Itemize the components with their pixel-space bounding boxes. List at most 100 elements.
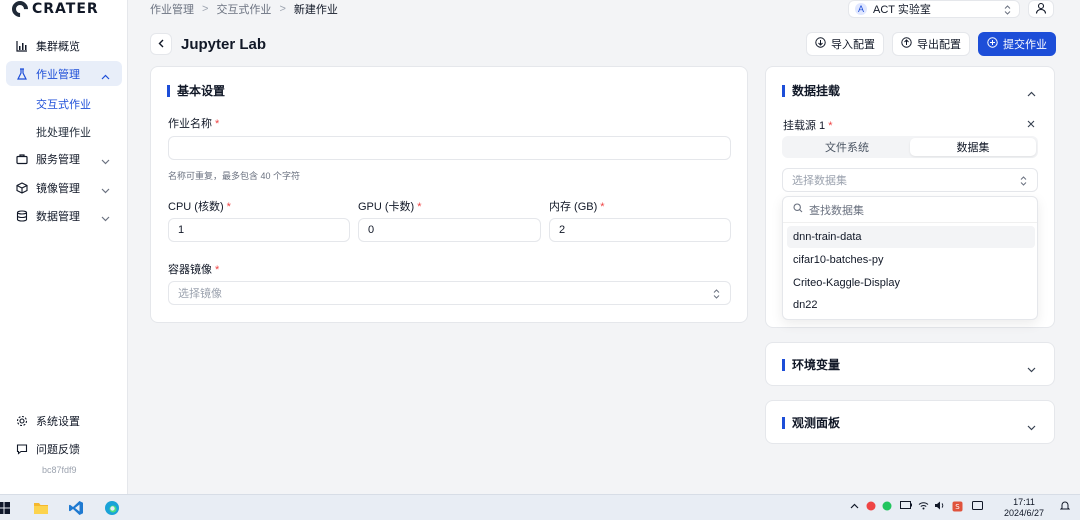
tab-dataset[interactable]: 数据集 (910, 138, 1036, 156)
message-icon (16, 443, 28, 455)
back-button[interactable] (150, 33, 172, 55)
logo[interactable]: CRATER (8, 0, 99, 20)
export-config-button[interactable]: 导出配置 (892, 32, 970, 56)
box-icon (16, 181, 28, 194)
cpu-input[interactable]: 1 (168, 218, 350, 242)
sidebar-item-job-management[interactable]: 作业管理 (6, 61, 122, 86)
organization-select[interactable]: A ACT 实验室 (848, 0, 1020, 18)
sidebar-item-label: 作业管理 (36, 68, 80, 81)
tab-file-system[interactable]: 文件系统 (784, 138, 910, 156)
job-name-hint: 名称可重复，最多包含 40 个字符 (168, 171, 301, 181)
page-title: Jupyter Lab (181, 36, 267, 53)
dataset-option[interactable]: cifar10-batches-py (787, 249, 1035, 271)
sidebar-subitem-interactive-jobs[interactable]: 交互式作业 (36, 96, 91, 112)
dataset-option[interactable]: dn22 (787, 294, 1035, 316)
breadcrumb: 作业管理 > 交互式作业 > 新建作业 (150, 2, 338, 16)
submit-job-button[interactable]: 提交作业 (978, 32, 1056, 56)
tray-app-icon[interactable] (882, 501, 892, 514)
chevron-up-icon[interactable] (850, 501, 859, 512)
windows-start-icon[interactable] (0, 500, 12, 516)
sidebar-item-label: 系统设置 (36, 415, 80, 428)
chevron-up-icon[interactable] (1027, 86, 1036, 100)
basic-settings-card: 基本设置 作业名称 * 名称可重复，最多包含 40 个字符 CPU (核数) * 1… (150, 66, 748, 323)
sidebar-item-image-management[interactable]: 镜像管理 (6, 175, 122, 200)
image-select[interactable]: 选择镜像 (168, 281, 731, 305)
chevron-up-icon (101, 69, 110, 83)
sidebar-item-system-settings[interactable]: 系统设置 (6, 408, 122, 433)
sidebar-item-label: 问题反馈 (36, 443, 80, 456)
dataset-search-input[interactable]: 查找数据集 (783, 197, 1037, 223)
logo-text: CRATER (32, 0, 99, 17)
sidebar-item-label: 数据管理 (36, 210, 80, 223)
keyboard-icon[interactable] (972, 501, 983, 513)
image-label: 容器镜像 * (168, 264, 220, 276)
sidebar-item-data-management[interactable]: 数据管理 (6, 203, 122, 228)
taskbar: S 17:11 2024/6/27 (0, 494, 1080, 520)
chevron-down-icon[interactable] (1027, 362, 1036, 376)
memory-label: 内存 (GB) * (549, 201, 605, 213)
monitor-panel-card[interactable]: 观测面板 (765, 400, 1055, 444)
download-circle-icon (815, 37, 826, 51)
sidebar: CRATER 集群概览 作业管理 交互式作业 批处理作业 服务管理 镜像管理 数… (0, 0, 128, 494)
sidebar-item-cluster-overview[interactable]: 集群概览 (6, 33, 122, 58)
gpu-input[interactable]: 0 (358, 218, 541, 242)
clock-date: 2024/6/27 (1003, 508, 1045, 518)
volume-icon[interactable] (934, 501, 945, 513)
version-hash: bc87fdf9 (42, 465, 77, 475)
breadcrumb-current: 新建作业 (293, 4, 338, 16)
crater-logo-icon (8, 0, 32, 20)
user-icon (1035, 2, 1047, 17)
chevron-updown-icon (1004, 4, 1011, 18)
job-name-label: 作业名称 * (168, 118, 220, 130)
wifi-icon[interactable] (918, 501, 929, 513)
vscode-icon[interactable] (68, 500, 84, 516)
sidebar-item-label: 服务管理 (36, 153, 80, 166)
image-select-placeholder: 选择镜像 (178, 288, 222, 300)
plus-circle-icon (987, 37, 998, 51)
chevron-left-icon (158, 37, 164, 51)
job-name-input[interactable] (168, 136, 731, 160)
env-vars-card[interactable]: 环境变量 (765, 342, 1055, 386)
org-avatar: A (855, 3, 867, 15)
sidebar-item-feedback[interactable]: 问题反馈 (6, 436, 122, 461)
dataset-select[interactable]: 选择数据集 (782, 168, 1038, 192)
chevron-down-icon (101, 183, 110, 197)
sidebar-item-label: 集群概览 (36, 40, 80, 53)
dataset-option[interactable]: dnn-train-data (787, 226, 1035, 248)
gpu-label: GPU (卡数) * (358, 201, 422, 213)
submit-job-label: 提交作业 (1003, 39, 1047, 51)
input-method-icon[interactable]: S (952, 501, 963, 515)
mount-source-label: 挂载源 1 * (783, 120, 833, 132)
tray-app-icon[interactable] (866, 501, 876, 514)
search-icon (793, 203, 803, 216)
breadcrumb-item[interactable]: 作业管理 (150, 1, 194, 17)
import-config-button[interactable]: 导入配置 (806, 32, 884, 56)
clock[interactable]: 17:11 2024/6/27 (994, 497, 1054, 519)
breadcrumb-item[interactable]: 交互式作业 (216, 1, 271, 17)
clock-time: 17:11 (1013, 497, 1035, 507)
sidebar-item-service-management[interactable]: 服务管理 (6, 146, 122, 171)
data-mount-title: 数据挂载 (782, 85, 840, 97)
dataset-select-placeholder: 选择数据集 (792, 175, 847, 187)
basic-settings-title: 基本设置 (167, 85, 225, 97)
notification-icon[interactable] (1059, 501, 1071, 514)
battery-icon[interactable] (900, 501, 912, 512)
monitor-panel-title: 观测面板 (782, 417, 840, 429)
dataset-dropdown: 查找数据集 dnn-train-data cifar10-batches-py … (782, 196, 1038, 320)
chevron-down-icon (101, 211, 110, 225)
dataset-option[interactable]: Criteo-Kaggle-Display (787, 272, 1035, 294)
flask-icon (16, 67, 28, 80)
user-menu-button[interactable] (1028, 0, 1054, 18)
sidebar-subitem-batch-jobs[interactable]: 批处理作业 (36, 124, 91, 140)
svg-text:S: S (955, 503, 960, 511)
close-icon[interactable] (1027, 117, 1035, 131)
chevron-down-icon (101, 154, 110, 168)
file-explorer-icon[interactable] (33, 500, 49, 516)
edge-browser-icon[interactable] (104, 500, 120, 516)
chevron-down-icon[interactable] (1027, 420, 1036, 434)
chevron-updown-icon (1020, 176, 1027, 189)
env-vars-title: 环境变量 (782, 359, 840, 371)
memory-input[interactable]: 2 (549, 218, 731, 242)
breadcrumb-separator-icon: > (279, 3, 286, 15)
chevron-updown-icon (713, 289, 720, 302)
